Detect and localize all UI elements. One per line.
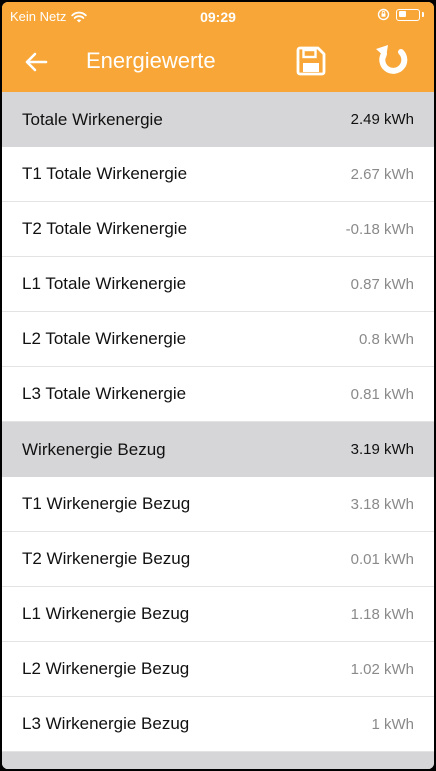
arrow-left-icon[interactable] bbox=[20, 46, 52, 78]
next-section-header bbox=[2, 752, 434, 769]
energy-list: Totale Wirkenergie 2.49 kWh T1 Totale Wirk… bbox=[2, 92, 434, 769]
row-value: 2.49 kWh bbox=[350, 111, 414, 128]
row-label: L2 Wirkenergie Bezug bbox=[22, 659, 190, 678]
row-value: 1.18 kWh bbox=[350, 605, 414, 623]
floppy-disk-icon[interactable] bbox=[294, 44, 328, 78]
row-label: L3 Totale Wirkenergie bbox=[22, 384, 187, 403]
list-item[interactable]: L3 Wirkenergie Bezug 1 kWh bbox=[2, 697, 434, 752]
row-value: 1.02 kWh bbox=[350, 660, 414, 678]
status-indicators bbox=[377, 8, 424, 21]
row-value: 3.19 kWh bbox=[350, 441, 414, 458]
row-label: L1 Totale Wirkenergie bbox=[22, 274, 187, 293]
row-label: L3 Wirkenergie Bezug bbox=[22, 714, 190, 733]
row-label: T2 Totale Wirkenergie bbox=[22, 219, 188, 238]
section-header-row[interactable]: Wirkenergie Bezug 3.19 kWh bbox=[2, 422, 434, 477]
row-value: 3.18 kWh bbox=[350, 495, 414, 513]
list-item[interactable]: L3 Totale Wirkenergie 0.81 kWh bbox=[2, 367, 434, 422]
row-value: 0.81 kWh bbox=[350, 385, 414, 403]
status-bar: Kein Netz 09:29 bbox=[2, 2, 434, 32]
list-item[interactable]: L1 Wirkenergie Bezug 1.18 kWh bbox=[2, 587, 434, 642]
list-item[interactable]: L2 Wirkenergie Bezug 1.02 kWh bbox=[2, 642, 434, 697]
row-label: T2 Wirkenergie Bezug bbox=[22, 549, 191, 568]
list-item[interactable]: T1 Wirkenergie Bezug 3.18 kWh bbox=[2, 477, 434, 532]
row-label: L1 Wirkenergie Bezug bbox=[22, 604, 190, 623]
list-item[interactable]: T2 Totale Wirkenergie -0.18 kWh bbox=[2, 202, 434, 257]
app-header: Kein Netz 09:29 Energiewerte bbox=[2, 2, 434, 92]
section-header-row[interactable]: Totale Wirkenergie 2.49 kWh bbox=[2, 92, 434, 147]
list-item[interactable]: L1 Totale Wirkenergie 0.87 kWh bbox=[2, 257, 434, 312]
list-item[interactable]: T1 Totale Wirkenergie 2.67 kWh bbox=[2, 147, 434, 202]
orientation-lock-icon bbox=[377, 8, 390, 21]
row-label: Totale Wirkenergie bbox=[22, 109, 163, 129]
nav-bar: Energiewerte bbox=[2, 32, 434, 92]
refresh-icon[interactable] bbox=[372, 41, 412, 81]
phone-screen: Kein Netz 09:29 Energiewerte Totale Wirk… bbox=[2, 2, 434, 769]
row-label: Wirkenergie Bezug bbox=[22, 439, 166, 459]
battery-tip bbox=[422, 12, 424, 17]
row-value: 2.67 kWh bbox=[350, 165, 414, 183]
row-value: -0.18 kWh bbox=[345, 220, 414, 238]
row-value: 0.8 kWh bbox=[358, 330, 414, 348]
status-time: 09:29 bbox=[200, 9, 236, 25]
row-value: 1 kWh bbox=[371, 715, 414, 733]
page-title: Energiewerte bbox=[86, 48, 216, 73]
list-item[interactable]: L2 Totale Wirkenergie 0.8 kWh bbox=[2, 312, 434, 367]
row-label: T1 Wirkenergie Bezug bbox=[22, 494, 191, 513]
row-label: T1 Totale Wirkenergie bbox=[22, 164, 188, 183]
list-item[interactable]: T2 Wirkenergie Bezug 0.01 kWh bbox=[2, 532, 434, 587]
row-value: 0.01 kWh bbox=[350, 550, 414, 568]
row-label: L2 Totale Wirkenergie bbox=[22, 329, 187, 348]
row-value: 0.87 kWh bbox=[350, 275, 414, 293]
battery-icon bbox=[396, 8, 420, 21]
